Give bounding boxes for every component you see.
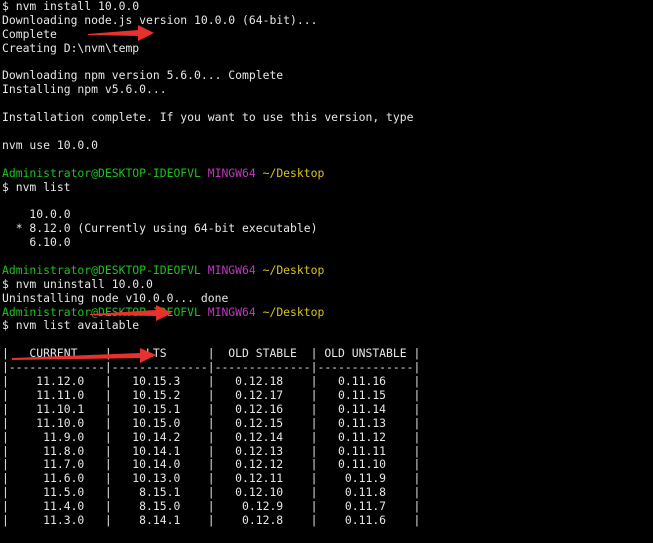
prompt-path: ~/Desktop <box>262 262 325 277</box>
output-line: Installing npm v5.6.0... <box>2 82 167 97</box>
output-line: $ nvm install 10.0.0 <box>2 0 140 13</box>
output-line: Creating D:\nvm\temp <box>2 40 140 55</box>
output-line: | 11.4.0 | 8.15.0 | 0.12.9 | 0.11.7 | <box>2 499 421 514</box>
output-line: Complete <box>2 26 57 41</box>
prompt-user-host: Administrator@DESKTOP-IDEOFVL <box>2 165 201 180</box>
output-line: $ nvm list <box>2 179 71 194</box>
prompt-line: Administrator@DESKTOP-IDEOFVL MINGW64 ~/… <box>2 262 653 278</box>
output-line: nvm use 10.0.0 <box>2 137 99 152</box>
output-line: | 11.3.0 | 8.14.1 | 0.12.8 | 0.11.6 | <box>2 512 421 527</box>
output-line: | 11.9.0 | 10.14.2 | 0.12.14 | 0.11.12 | <box>2 429 421 444</box>
output-line: Downloading npm version 5.6.0... Complet… <box>2 68 284 83</box>
output-line: Downloading node.js version 10.0.0 (64-b… <box>2 12 318 27</box>
prompt-system: MINGW64 <box>207 262 256 277</box>
prompt-line: Administrator@DESKTOP-IDEOFVL MINGW64 ~/… <box>2 165 653 181</box>
prompt-user-host: Administrator@DESKTOP-IDEOFVL <box>2 304 201 319</box>
output-line: | 11.8.0 | 10.14.1 | 0.12.13 | 0.11.11 | <box>2 443 421 458</box>
prompt-path: ~/Desktop <box>262 165 325 180</box>
output-line: | 11.6.0 | 10.13.0 | 0.12.11 | 0.11.9 | <box>2 471 421 486</box>
output-line: | 11.11.0 | 10.15.2 | 0.12.17 | 0.11.15 … <box>2 387 421 402</box>
output-line: | 11.12.0 | 10.15.3 | 0.12.18 | 0.11.16 … <box>2 374 421 389</box>
output-line: Installation complete. If you want to us… <box>2 110 414 125</box>
output-line: $ nvm list available <box>2 318 140 333</box>
output-line: Uninstalling node v10.0.0... done <box>2 290 229 305</box>
output-line: 6.10.0 <box>2 235 71 250</box>
terminal-window[interactable]: $ nvm install 10.0.0 Downloading node.js … <box>0 0 653 543</box>
output-line: * 8.12.0 (Currently using 64-bit executa… <box>2 221 318 236</box>
output-line: |--------------|--------------|---------… <box>2 360 421 375</box>
output-line: | 11.5.0 | 8.15.1 | 0.12.10 | 0.11.8 | <box>2 485 421 500</box>
prompt-user-host: Administrator@DESKTOP-IDEOFVL <box>2 262 201 277</box>
output-line: | 11.7.0 | 10.14.0 | 0.12.12 | 0.11.10 | <box>2 457 421 472</box>
output-line: | CURRENT | LTS | OLD STABLE | OLD UNSTA… <box>2 346 421 361</box>
prompt-system: MINGW64 <box>207 304 256 319</box>
output-line: | 11.10.1 | 10.15.1 | 0.12.16 | 0.11.14 … <box>2 401 421 416</box>
prompt-path: ~/Desktop <box>262 304 325 319</box>
prompt-line: Administrator@DESKTOP-IDEOFVL MINGW64 ~/… <box>2 304 653 320</box>
prompt-system: MINGW64 <box>207 165 256 180</box>
output-line: | 11.10.0 | 10.15.0 | 0.12.15 | 0.11.13 … <box>2 415 421 430</box>
output-line: 10.0.0 <box>2 207 71 222</box>
terminal-output: $ nvm install 10.0.0 Downloading node.js … <box>2 0 653 528</box>
output-line: $ nvm uninstall 10.0.0 <box>2 276 153 291</box>
